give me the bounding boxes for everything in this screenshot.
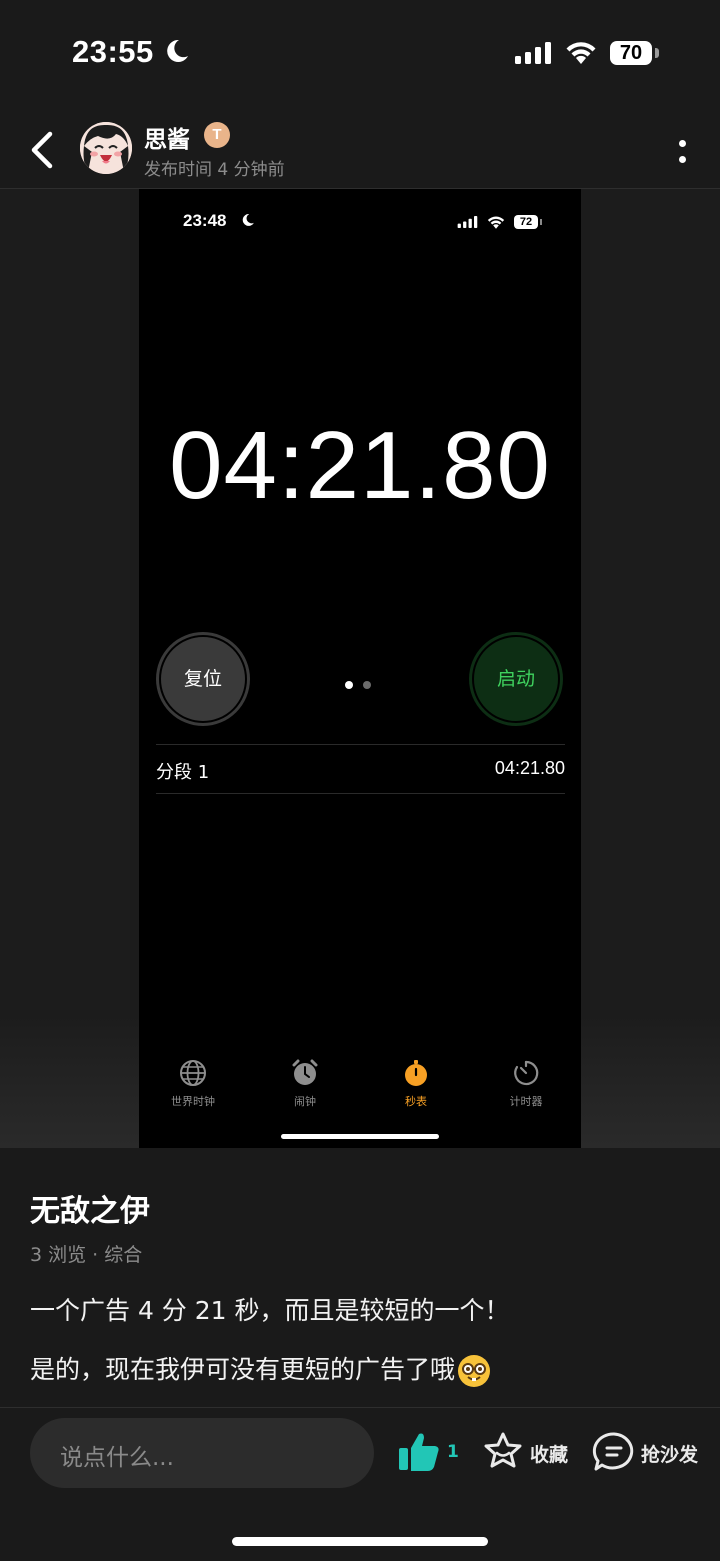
post-content: 无敌之伊 3 浏览 · 综合 一个广告 4 分 21 秒，而且是较短的一个！ 是…	[0, 1148, 720, 1408]
page-indicator	[345, 674, 381, 693]
more-options-icon[interactable]	[676, 136, 688, 166]
screenshot-status-time: 23:48	[183, 211, 227, 230]
tab-stopwatch-label: 秒表	[405, 1095, 427, 1108]
screenshot-battery: 72	[514, 215, 538, 229]
first-comment-label[interactable]: 抢沙发	[641, 1440, 698, 1467]
timer-icon	[514, 1060, 539, 1086]
lap-time: 04:21.80	[494, 758, 565, 778]
back-icon[interactable]	[26, 130, 62, 170]
lap-divider-bottom	[156, 793, 565, 794]
content-divider	[0, 1407, 720, 1408]
username[interactable]: 思酱	[144, 120, 190, 154]
moon-icon	[167, 39, 188, 62]
screenshot-signal-icon	[457, 216, 478, 228]
reset-button: 复位	[156, 632, 250, 726]
comment-placeholder: 说点什么...	[60, 1445, 174, 1471]
signal-icon	[515, 42, 551, 64]
post-title: 无敌之伊	[30, 1194, 150, 1229]
screenshot-home-indicator	[281, 1134, 439, 1139]
comment-bubble-icon[interactable]	[592, 1431, 636, 1473]
battery-cap	[655, 48, 659, 58]
favorite-label[interactable]: 收藏	[530, 1440, 568, 1467]
tab-world-clock: 世界时钟	[148, 1059, 238, 1109]
like-count: 1	[447, 1442, 459, 1462]
lap-divider-top	[156, 744, 565, 745]
post-image[interactable]: 23:48 72 04:21.80 复位 启动 分段 1 04:21.80 世界…	[139, 189, 581, 1148]
nerd-face-emoji-icon	[458, 1355, 491, 1387]
favorite-star-icon[interactable]	[482, 1430, 524, 1472]
like-icon[interactable]	[397, 1430, 441, 1474]
status-time: 23:55	[72, 34, 154, 69]
tab-timer-label: 计时器	[509, 1095, 543, 1108]
alarm-icon	[292, 1059, 318, 1085]
stopwatch-icon	[405, 1060, 427, 1086]
stopwatch-display: 04:21.80	[169, 412, 551, 519]
post-text-line-1: 一个广告 4 分 21 秒，而且是较短的一个！	[30, 1296, 510, 1325]
post-meta: 3 浏览 · 综合	[30, 1244, 143, 1266]
publish-time: 发布时间 4 分钟前	[144, 160, 285, 180]
screenshot-wifi-icon	[487, 216, 505, 229]
post-text-line-2-text: 是的，现在我伊可没有更短的广告了哦	[30, 1355, 456, 1384]
comment-input[interactable]: 说点什么...	[30, 1418, 374, 1488]
avatar-image	[80, 122, 132, 174]
screenshot-moon-icon	[242, 214, 254, 226]
post-header: 思酱 T 发布时间 4 分钟前	[0, 110, 720, 188]
tab-alarm-label: 闹钟	[294, 1095, 316, 1108]
tab-stopwatch: 秒表	[371, 1059, 461, 1109]
wifi-icon	[566, 42, 596, 64]
home-indicator	[232, 1537, 488, 1546]
tab-timer: 计时器	[481, 1059, 571, 1109]
tab-world-clock-label: 世界时钟	[171, 1095, 215, 1108]
avatar[interactable]	[80, 122, 132, 174]
status-bar: 23:55 70	[0, 0, 720, 100]
post-text-line-2: 是的，现在我伊可没有更短的广告了哦	[30, 1350, 491, 1388]
globe-icon	[180, 1060, 206, 1086]
start-button: 启动	[469, 632, 563, 726]
tab-alarm: 闹钟	[260, 1059, 350, 1109]
clock-tab-bar: 世界时钟 闹钟 秒表 计时器	[139, 1059, 581, 1119]
battery-indicator: 70	[610, 41, 652, 65]
user-level-badge: T	[204, 122, 230, 148]
lap-label: 分段 1	[156, 762, 210, 783]
screenshot-battery-cap	[540, 219, 542, 225]
